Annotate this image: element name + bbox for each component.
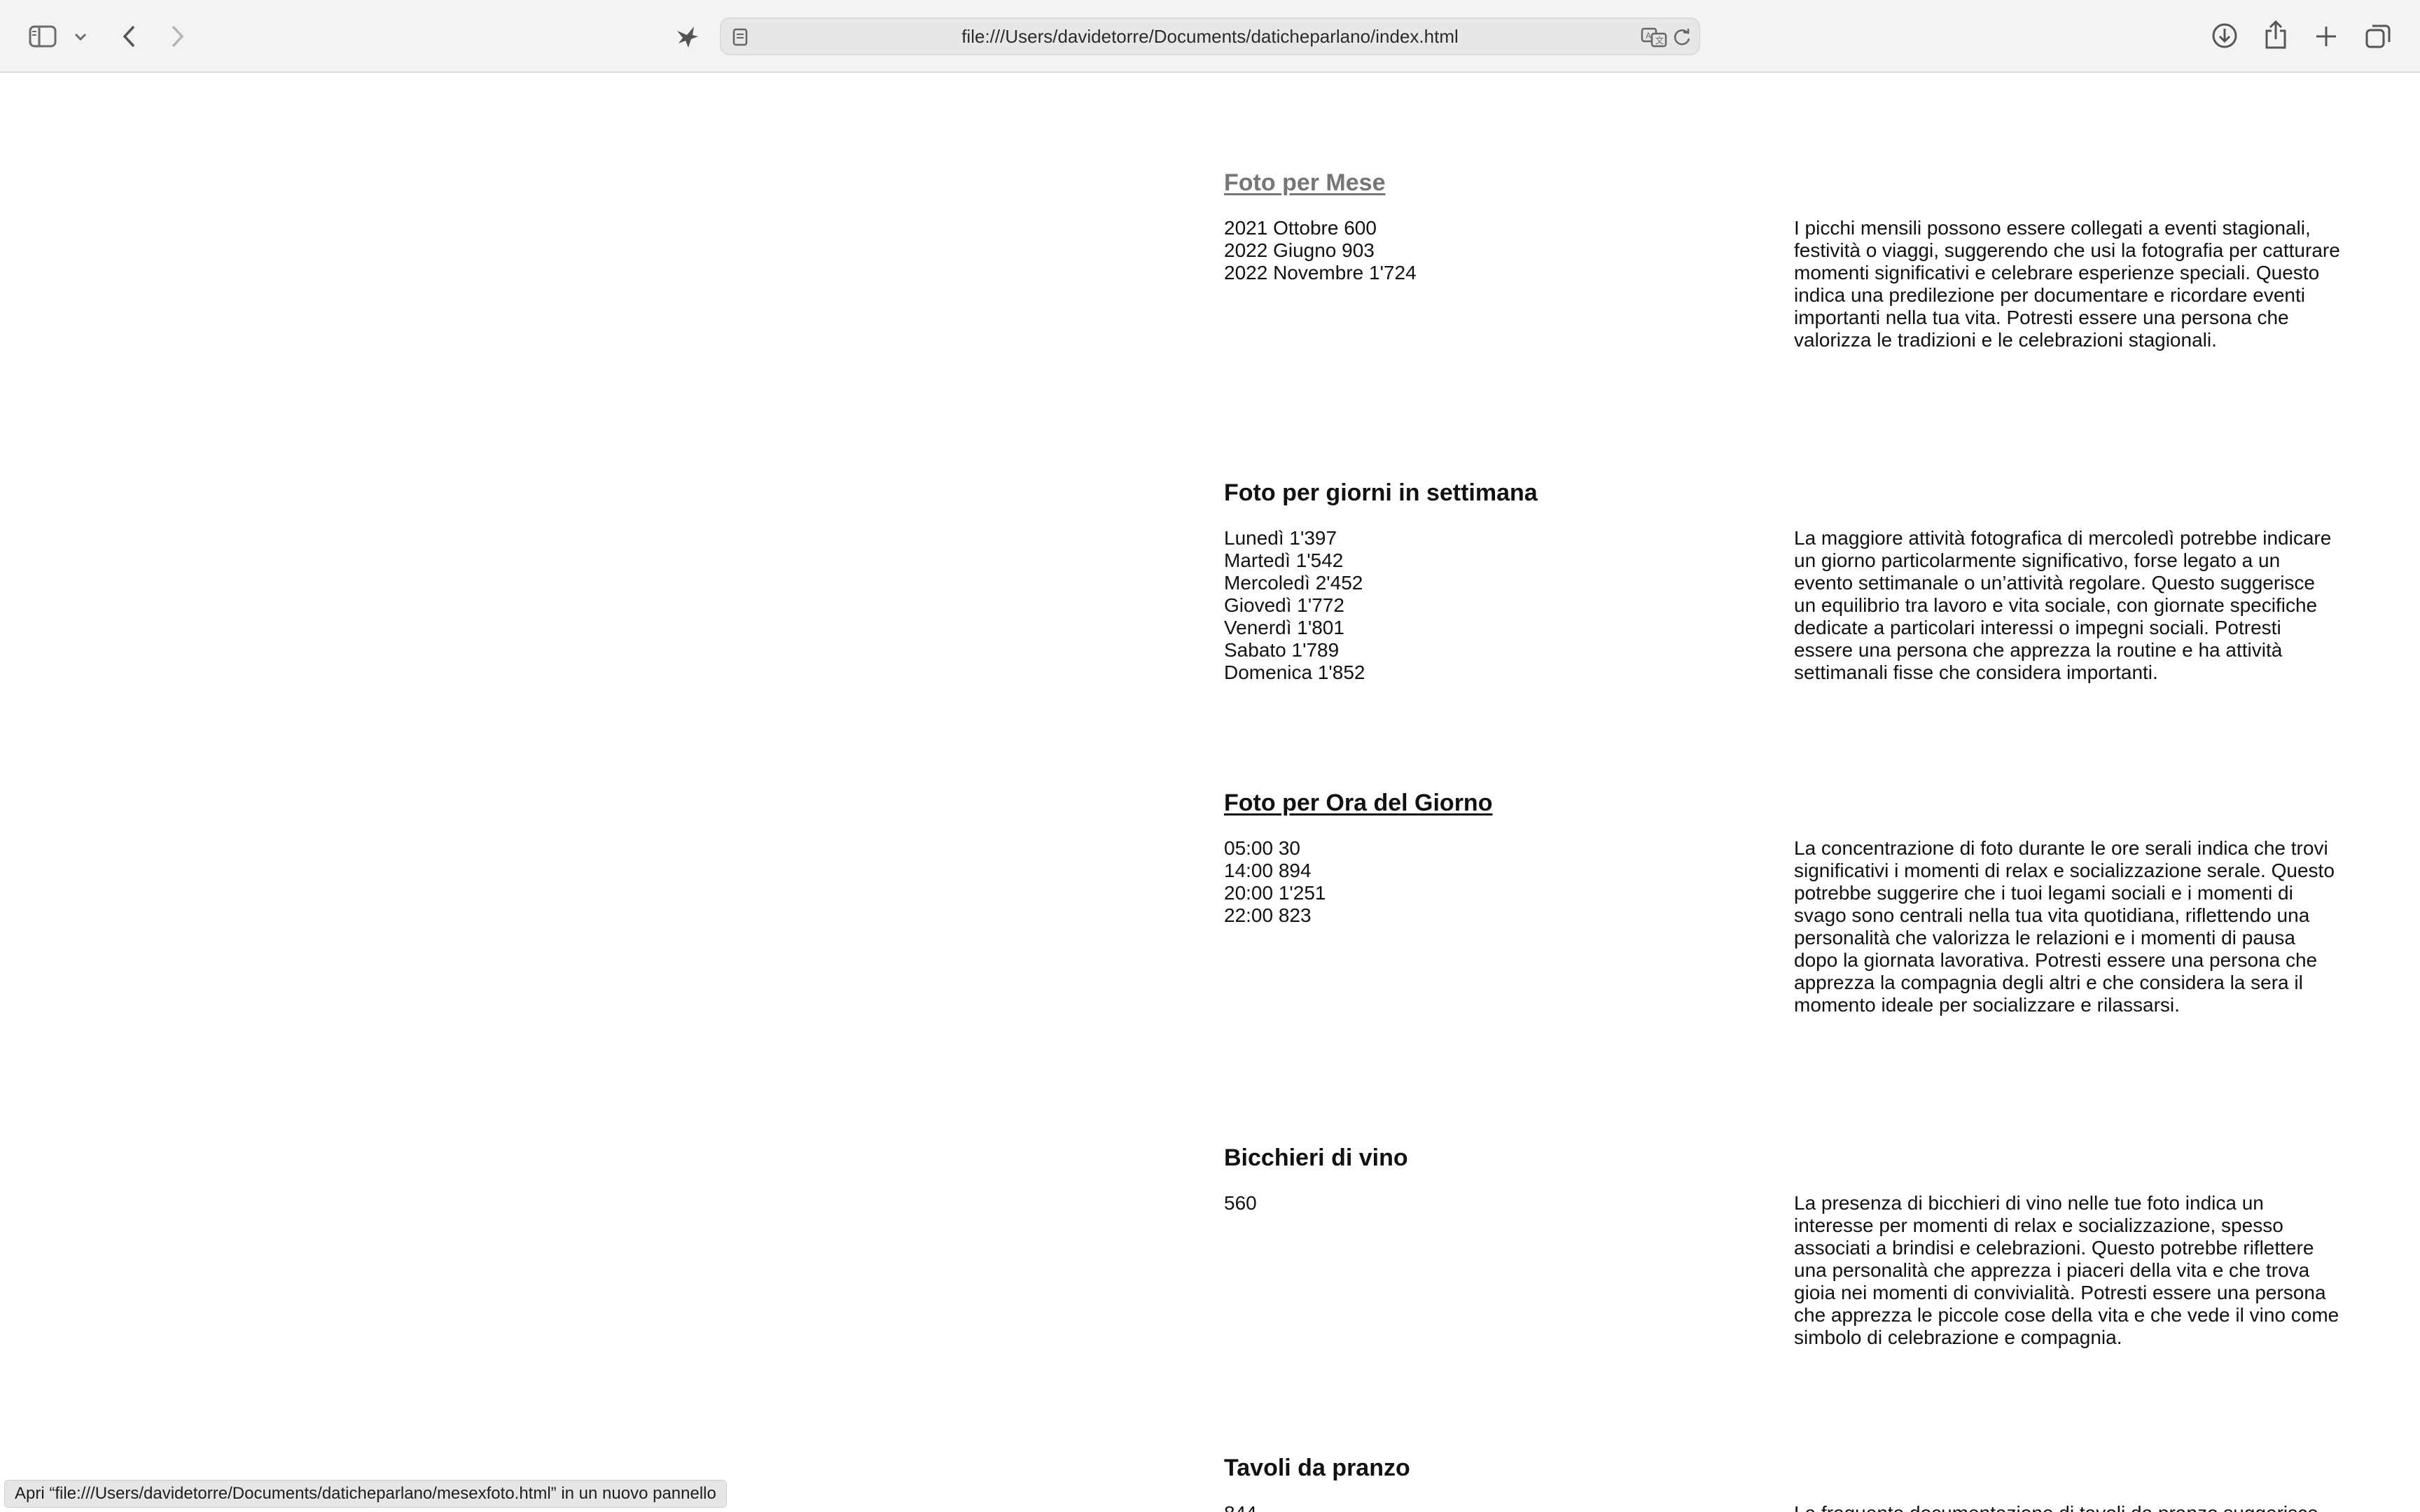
data-list: 05:00 30 14:00 894 20:00 1'251 22:00 823 (1224, 837, 1714, 927)
svg-text:A: A (1646, 31, 1651, 41)
section-description: I picchi mensili possono essere collegat… (1794, 217, 2340, 351)
download-icon[interactable] (2209, 20, 2241, 52)
plus-icon[interactable] (2311, 21, 2342, 52)
section-description: La concentrazione di foto durante le ore… (1794, 837, 2335, 1016)
page-content: Foto per Mese 2021 Ottobre 600 2022 Giug… (0, 73, 2420, 1512)
section-title: Foto per giorni in settimana (1224, 479, 1538, 506)
list-item: Domenica 1'852 (1224, 662, 1365, 683)
section-bicchieri-di-vino: Bicchieri di vino 560 La presenza di bic… (1224, 1144, 2339, 1438)
list-item: Sabato 1'789 (1224, 639, 1340, 661)
bird-extension-icon[interactable] (671, 20, 703, 53)
sidebar-icon[interactable] (25, 21, 60, 52)
list-item: Lunedì 1'397 (1224, 527, 1337, 549)
section-title-link[interactable]: Foto per Ora del Giorno (1224, 790, 1492, 817)
translate-icon[interactable]: A文 (1640, 26, 1668, 48)
url-text[interactable]: file:///Users/davidetorre/Documents/dati… (721, 19, 1699, 54)
svg-text:文: 文 (1655, 35, 1664, 46)
list-item: 05:00 30 (1224, 837, 1300, 859)
reload-icon[interactable] (1671, 26, 1693, 48)
section-foto-per-ora: Foto per Ora del Giorno 05:00 30 14:00 8… (1224, 790, 2337, 1126)
section-description: La frequente documentazione di tavoli da… (1794, 1502, 2337, 1512)
browser-toolbar: file:///Users/davidetorre/Documents/dati… (0, 0, 2420, 73)
list-item: Giovedì 1'772 (1224, 594, 1344, 616)
section-foto-per-mese: Foto per Mese 2021 Ottobre 600 2022 Giug… (1224, 169, 2340, 463)
list-item: 560 (1224, 1192, 1257, 1214)
section-title-link[interactable]: Foto per Mese (1224, 169, 1385, 197)
section-title: Tavoli da pranzo (1224, 1455, 1410, 1481)
list-item: 2022 Novembre 1'724 (1224, 262, 1417, 284)
data-list: Lunedì 1'397 Martedì 1'542 Mercoledì 2'4… (1224, 527, 1714, 684)
chevron-down-icon[interactable] (70, 27, 91, 48)
data-list: 844 (1224, 1502, 1714, 1512)
data-list: 560 (1224, 1192, 1714, 1214)
list-item: 844 (1224, 1502, 1714, 1512)
tabs-overview-icon[interactable] (2363, 21, 2393, 52)
section-foto-per-giorni: Foto per giorni in settimana Lunedì 1'39… (1224, 479, 2337, 774)
address-bar[interactable]: file:///Users/davidetorre/Documents/dati… (720, 18, 1700, 55)
list-item: Martedì 1'542 (1224, 550, 1344, 571)
list-item: 20:00 1'251 (1224, 882, 1326, 904)
chevron-right-icon[interactable] (164, 21, 192, 52)
list-item: Mercoledì 2'452 (1224, 572, 1363, 594)
link-status-bar: Apri “file:///Users/davidetorre/Document… (4, 1480, 727, 1508)
share-icon[interactable] (2260, 18, 2291, 52)
section-tavoli-da-pranzo: Tavoli da pranzo 844 La frequente docume… (1224, 1455, 2337, 1512)
list-item: 22:00 823 (1224, 904, 1312, 926)
list-item: 2021 Ottobre 600 (1224, 217, 1377, 239)
data-list: 2021 Ottobre 600 2022 Giugno 903 2022 No… (1224, 217, 1714, 284)
list-item: Venerdì 1'801 (1224, 617, 1344, 638)
section-title: Bicchieri di vino (1224, 1144, 1408, 1171)
chevron-left-icon[interactable] (115, 21, 143, 52)
list-item: 2022 Giugno 903 (1224, 239, 1375, 261)
list-item: 14:00 894 (1224, 860, 1312, 881)
section-description: La maggiore attività fotografica di merc… (1794, 527, 2332, 683)
section-description: La presenza di bicchieri di vino nelle t… (1794, 1192, 2339, 1348)
